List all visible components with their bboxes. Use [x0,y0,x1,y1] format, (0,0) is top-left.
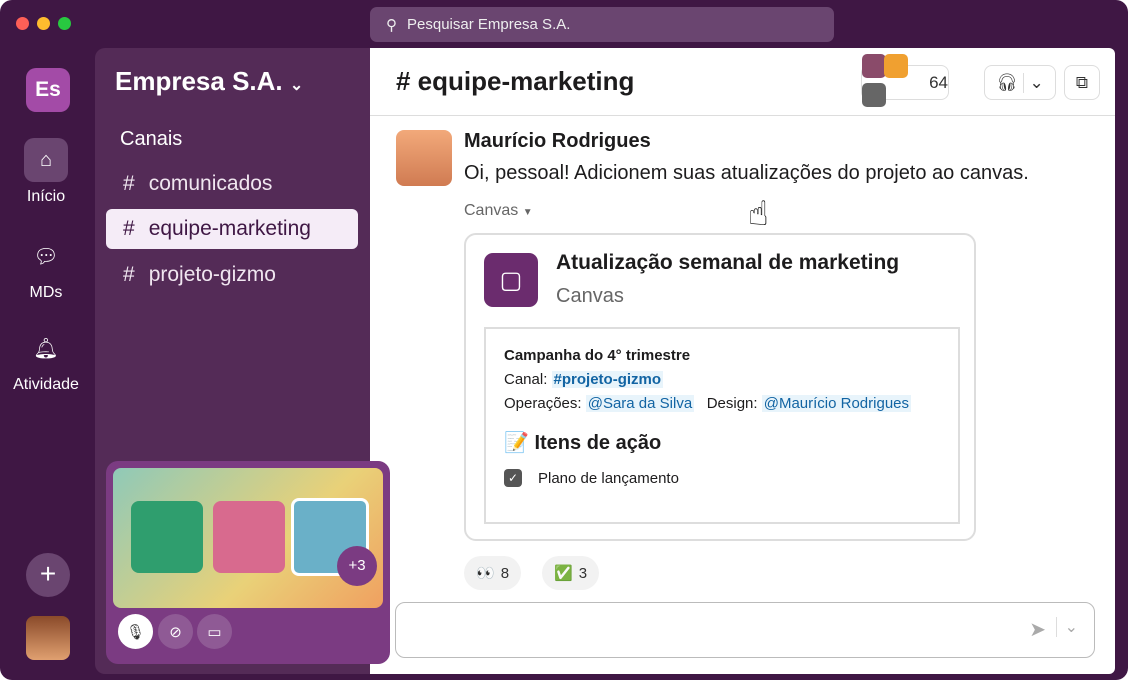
microphone-button[interactable]: 🎙︎ [118,614,153,649]
bell-icon: 🔔︎ [33,337,59,360]
canvas-heading: Campanha do 4° trimestre [504,347,691,364]
workspace-icon[interactable]: Es [26,68,70,112]
message-text: Oi, pessoal! Adicionem suas atualizações… [464,162,1029,184]
chevron-down-icon: ⌄ [1022,72,1044,93]
section-header[interactable]: Canais [120,128,182,151]
members-button[interactable]: 64 [861,53,949,107]
rail-item-inicio[interactable]: ⌂ Início [0,138,92,206]
maximize-button[interactable] [58,17,71,30]
canvas-card[interactable]: ▢ Atualização semanal de marketing Canva… [464,233,976,541]
reaction-eyes[interactable]: 👀 8 [464,556,522,590]
canvas-title: Atualização semanal de marketing [556,251,900,274]
minimize-button[interactable] [37,17,50,30]
hand-cursor-icon: ☝︎ [748,195,769,233]
canvas-preview: Campanha do 4° trimestre Canal: #projeto… [484,327,960,524]
headphones-icon: 🎧︎ [996,72,1018,92]
canvas-plus-icon: ⧉ [1075,72,1089,92]
video-off-button[interactable]: ⊘ [158,614,193,649]
channel-equipe-marketing[interactable]: # equipe-marketing [106,209,358,249]
send-icon[interactable]: ➤ [1029,617,1046,642]
extra-participants-badge[interactable]: +3 [337,546,377,586]
chevron-down-icon: ⌄ [289,77,304,94]
channel-link[interactable]: #projeto-gizmo [551,371,664,388]
screen-share-button[interactable]: ▭ [197,614,232,649]
channel-comunicados[interactable]: # comunicados [106,164,358,204]
checkbox-checked[interactable]: ✓ [504,469,522,487]
message-input[interactable]: ➤ ⌄ [395,602,1095,658]
participant-video [131,501,203,573]
search-input[interactable]: ⚲ Pesquisar Empresa S.A. [370,7,834,42]
home-icon: ⌂ [24,138,68,182]
caret-down-icon: ▼ [522,207,533,218]
reaction-check[interactable]: ✅ 3 [542,556,600,590]
huddle-button[interactable]: 🎧︎ ⌄ [984,65,1056,100]
author-avatar[interactable] [396,130,452,186]
attachment-toggle[interactable]: Canvas ▼ [464,202,533,220]
workspace-name[interactable]: Empresa S.A. ⌄ [115,66,303,97]
huddle-panel: +3 🎙︎ ⊘ ▭ [106,461,390,664]
new-canvas-button[interactable]: ⧉ [1064,65,1100,100]
channel-projeto-gizmo[interactable]: # projeto-gizmo [106,255,358,295]
app-window: ⚲ Pesquisar Empresa S.A. Es ⌂ Início 💬︎ MD… [0,0,1128,680]
rail-item-mds[interactable]: 💬︎ MDs [0,234,92,302]
window-controls [16,17,71,30]
participant-video [213,501,285,573]
author-name[interactable]: Maurício Rodrigues [464,130,651,153]
channel-view: # equipe-marketing 64 🎧︎ ⌄ ⧉ Maurício Ro… [370,48,1115,674]
add-button[interactable]: + [26,553,70,597]
memo-icon: 📝 [504,432,529,454]
rail-item-atividade[interactable]: 🔔︎ Atividade [0,326,92,394]
canvas-type: Canvas [556,285,624,307]
canvas-icon: ▢ [484,253,538,307]
close-button[interactable] [16,17,29,30]
search-icon: ⚲ [386,16,397,34]
mention-mauricio[interactable]: @Maurício Rodrigues [761,395,912,412]
messages-icon: 💬︎ [33,245,59,268]
left-rail: Es ⌂ Início 💬︎ MDs 🔔︎ Atividade + [0,48,95,680]
mention-sara[interactable]: @Sara da Silva [585,395,695,412]
user-avatar[interactable] [26,616,70,660]
chevron-down-icon[interactable]: ⌄ [1055,617,1078,637]
